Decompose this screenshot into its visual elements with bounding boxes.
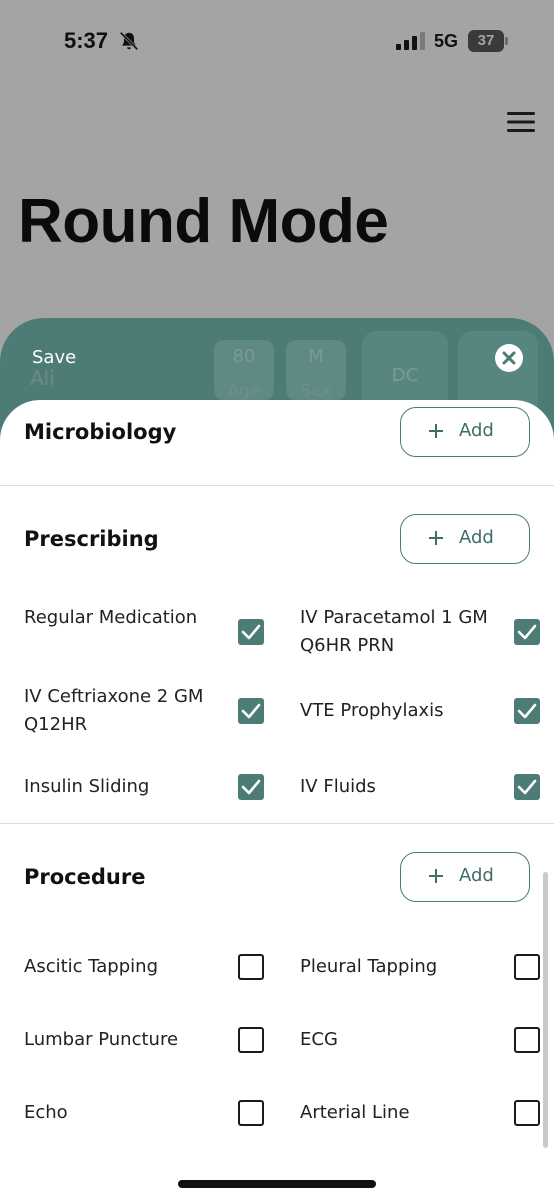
- checkbox-regular-medication[interactable]: [238, 619, 264, 645]
- scrollbar[interactable]: [543, 872, 548, 1148]
- sex-value: M: [308, 346, 324, 367]
- item-label-echo: Echo: [24, 1102, 68, 1123]
- checkbox-ascitic-tapping[interactable]: [238, 954, 264, 980]
- procedure-add-button[interactable]: Add: [400, 852, 530, 902]
- procedure-title: Procedure: [24, 865, 146, 889]
- item-label-pleural-tapping: Pleural Tapping: [300, 956, 438, 977]
- item-label-iv-ceftriaxone: IV Ceftriaxone 2 GM Q12HR: [24, 686, 204, 735]
- plus-icon: [429, 424, 443, 438]
- item-label-ecg: ECG: [300, 1029, 338, 1050]
- save-button[interactable]: Save: [32, 347, 76, 368]
- hamburger-menu-icon[interactable]: [507, 110, 535, 134]
- checkbox-echo[interactable]: [238, 1100, 264, 1126]
- divider: [0, 485, 554, 486]
- item-label-iv-fluids: IV Fluids: [300, 776, 376, 797]
- checkbox-arterial-line[interactable]: [514, 1100, 540, 1126]
- checkbox-vte-prophylaxis[interactable]: [514, 698, 540, 724]
- item-label-arterial-line: Arterial Line: [300, 1102, 410, 1123]
- orders-sheet[interactable]: Microbiology Add Prescribing Add Regular…: [0, 400, 554, 1200]
- prescribing-add-button[interactable]: Add: [400, 514, 530, 564]
- checkbox-lumbar-puncture[interactable]: [238, 1027, 264, 1053]
- age-label: Age: [227, 381, 261, 401]
- sex-label: Sex: [300, 381, 332, 401]
- checkbox-pleural-tapping[interactable]: [514, 954, 540, 980]
- add-label: Add: [459, 865, 494, 886]
- cellular-signal-icon: [396, 32, 425, 50]
- page-title: Round Mode: [18, 187, 389, 256]
- checkmark-icon: [517, 779, 537, 795]
- item-label-iv-paracetamol: IV Paracetamol 1 GM Q6HR PRN: [300, 607, 488, 656]
- item-label-vte-prophylaxis: VTE Prophylaxis: [300, 700, 444, 721]
- prescribing-title: Prescribing: [24, 527, 159, 551]
- plus-icon: [429, 531, 443, 545]
- microbiology-add-button[interactable]: Add: [400, 407, 530, 457]
- patient-name: Ali: [30, 366, 55, 390]
- status-time: 5:37: [64, 28, 109, 53]
- home-indicator[interactable]: [178, 1180, 376, 1188]
- add-label: Add: [459, 420, 494, 441]
- divider: [0, 823, 554, 824]
- checkmark-icon: [241, 703, 261, 719]
- checkmark-icon: [241, 779, 261, 795]
- status-bar: 5:37 5G 37: [0, 0, 554, 80]
- network-type: 5G: [434, 31, 459, 51]
- item-label-insulin-sliding: Insulin Sliding: [24, 776, 150, 797]
- checkbox-insulin-sliding[interactable]: [238, 774, 264, 800]
- checkbox-ecg[interactable]: [514, 1027, 540, 1053]
- battery-icon: 37: [468, 30, 508, 52]
- checkmark-icon: [241, 624, 261, 640]
- item-label-ascitic-tapping: Ascitic Tapping: [24, 956, 158, 977]
- add-label: Add: [459, 527, 494, 548]
- checkbox-iv-paracetamol[interactable]: [514, 619, 540, 645]
- item-label-regular-medication: Regular Medication: [24, 607, 198, 628]
- checkbox-iv-ceftriaxone[interactable]: [238, 698, 264, 724]
- battery-tip: [505, 37, 508, 45]
- checkmark-icon: [517, 703, 537, 719]
- plus-icon: [429, 869, 443, 883]
- discharge-label: DC: [391, 365, 419, 386]
- checkbox-iv-fluids[interactable]: [514, 774, 540, 800]
- bell-slash-icon: [119, 31, 139, 51]
- microbiology-title: Microbiology: [24, 420, 177, 444]
- close-circle-icon[interactable]: [494, 343, 524, 373]
- age-value: 80: [232, 346, 256, 367]
- checkmark-icon: [517, 624, 537, 640]
- battery-level: 37: [468, 30, 504, 52]
- item-label-lumbar-puncture: Lumbar Puncture: [24, 1029, 179, 1050]
